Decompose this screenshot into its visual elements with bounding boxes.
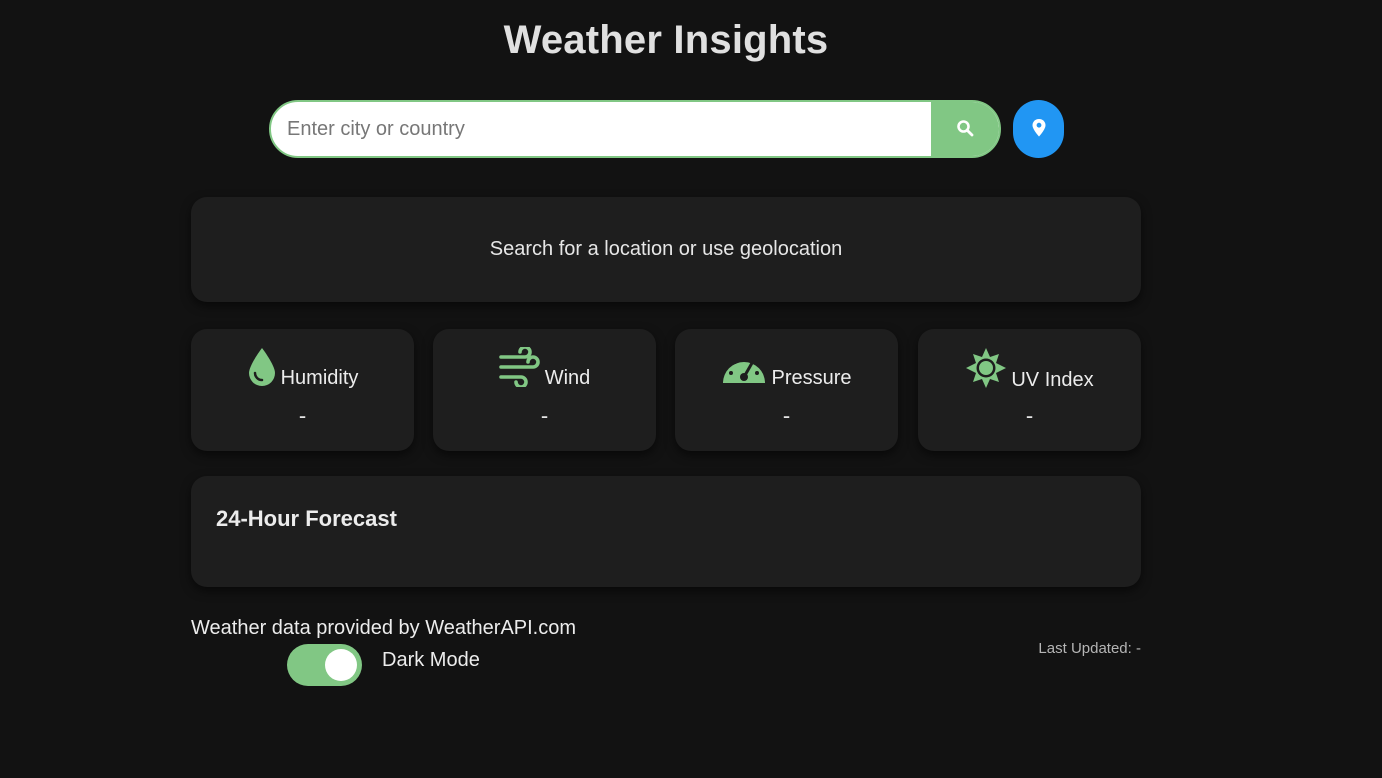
pressure-card: Pressure - — [675, 329, 898, 451]
gauge-icon — [721, 347, 767, 392]
metric-label: Wind — [544, 367, 591, 389]
search-icon — [956, 119, 974, 140]
search-button[interactable] — [931, 102, 999, 156]
sun-icon — [965, 347, 1007, 394]
toggle-knob — [325, 649, 357, 681]
droplet-icon — [247, 347, 277, 392]
weather-app: Weather Insights Search — [0, 0, 1382, 778]
forecast-title: 24-Hour Forecast — [216, 506, 397, 531]
location-pin-icon — [1031, 118, 1047, 141]
wind-icon — [498, 345, 541, 392]
status-card: Search for a location or use geolocation — [191, 197, 1141, 302]
last-updated: Last Updated: - — [1038, 640, 1141, 657]
uv-index-card: UV Index - — [918, 329, 1141, 451]
page-title: Weather Insights — [503, 18, 829, 62]
forecast-card: 24-Hour Forecast — [191, 476, 1141, 587]
metric-label: UV Index — [1011, 369, 1094, 391]
dark-mode-control: Dark Mode — [287, 644, 480, 686]
attribution-text: Weather data provided by WeatherAPI.com — [191, 617, 577, 639]
last-updated-label: Last Updated: — [1038, 640, 1132, 657]
last-updated-value: - — [1136, 640, 1141, 657]
wind-value: - — [540, 403, 549, 428]
search-bar — [269, 100, 1064, 158]
humidity-value: - — [298, 403, 307, 428]
pressure-value: - — [782, 403, 791, 428]
wind-card: Wind - — [433, 329, 656, 451]
dark-mode-label: Dark Mode — [382, 648, 480, 671]
search-box — [269, 100, 1001, 158]
dark-mode-toggle[interactable] — [287, 644, 362, 686]
humidity-card: Humidity - — [191, 329, 414, 451]
metric-label: Pressure — [771, 367, 852, 389]
status-message: Search for a location or use geolocation — [489, 238, 843, 260]
geolocation-button[interactable] — [1013, 100, 1064, 158]
metric-label: Humidity — [280, 367, 359, 389]
uv-index-value: - — [1025, 403, 1034, 428]
search-input[interactable] — [271, 102, 931, 156]
